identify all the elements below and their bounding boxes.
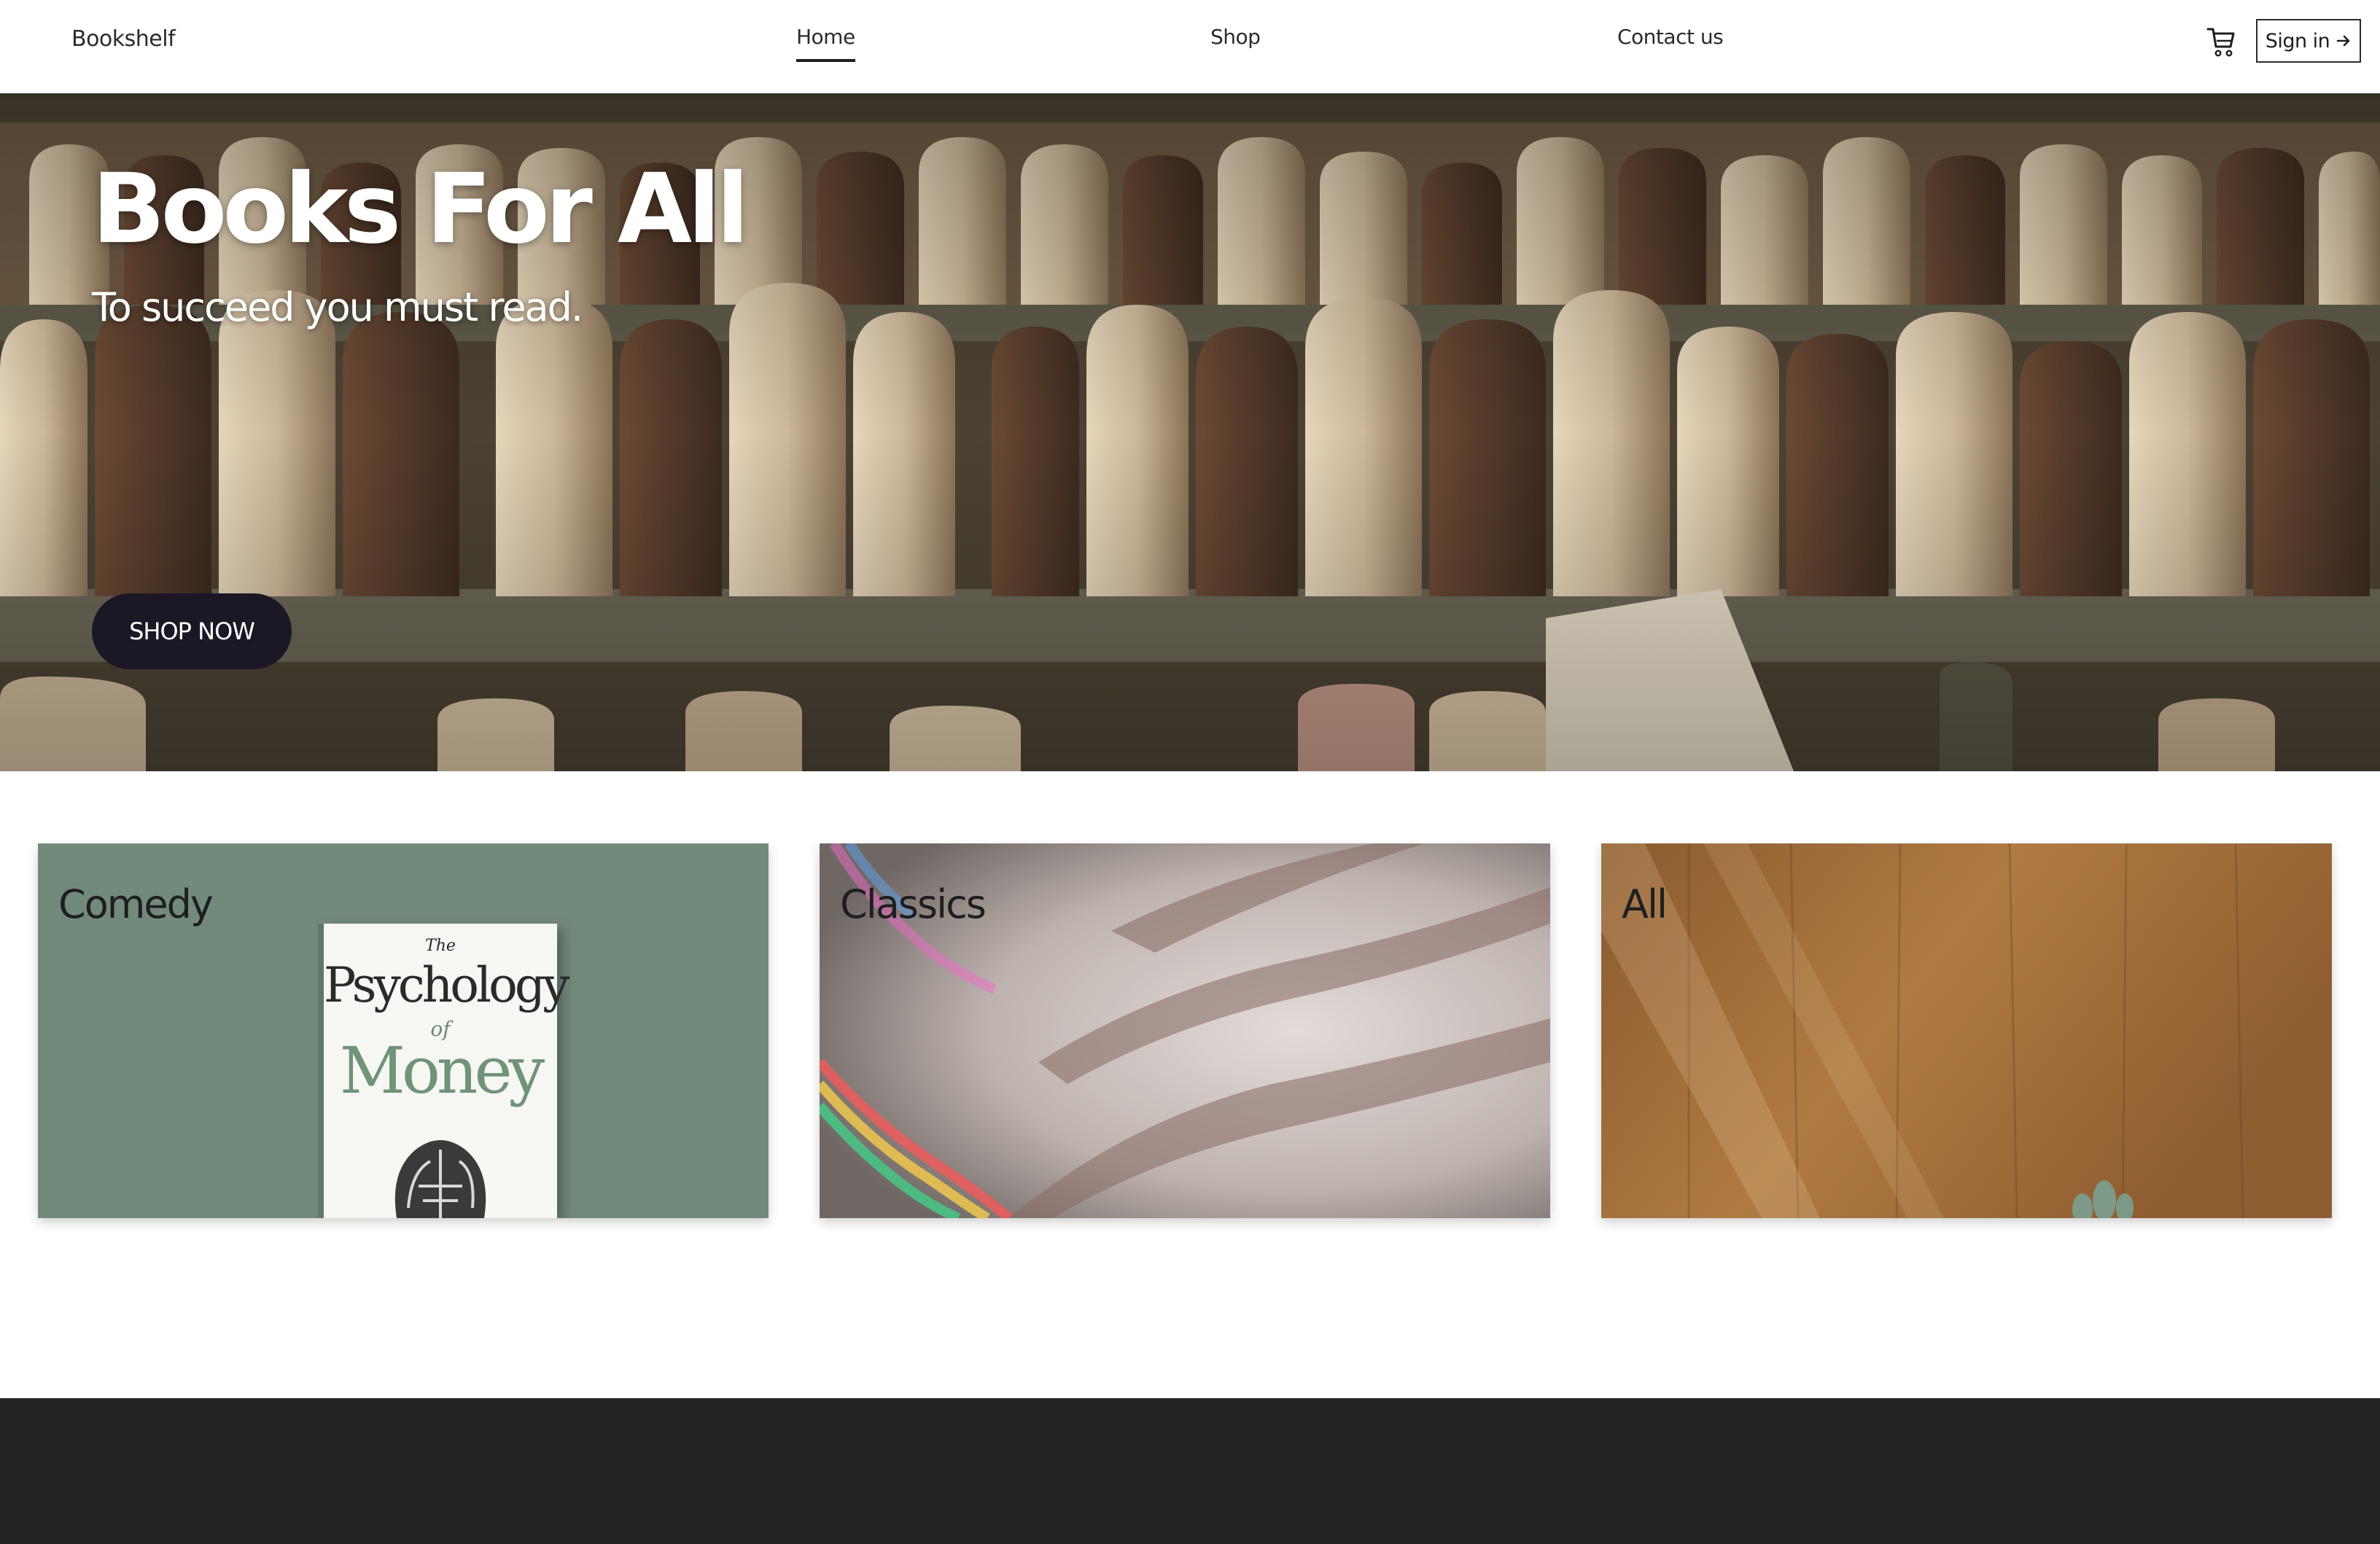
- wood-texture-image: [1601, 843, 2332, 1218]
- arrow-right-icon: [2336, 35, 2350, 47]
- nav-link-shop[interactable]: Shop: [1210, 25, 1261, 49]
- book-cover-the: The: [425, 937, 456, 955]
- top-navbar: Bookshelf Home Shop Contact us Sign in: [0, 0, 2380, 93]
- category-card-title: Comedy: [58, 881, 214, 927]
- cart-icon[interactable]: [2206, 26, 2236, 58]
- category-card-title: Classics: [840, 881, 987, 927]
- shop-now-button[interactable]: SHOP NOW: [92, 593, 292, 669]
- brand-logo[interactable]: Bookshelf: [71, 26, 176, 52]
- book-cover-title-line1: Psychology: [324, 957, 569, 1013]
- category-card-comedy[interactable]: The Psychology of Money Comedy: [38, 843, 769, 1218]
- nav-link-home[interactable]: Home: [796, 25, 855, 62]
- hero-banner: Books For All To succeed you must read. …: [0, 93, 2380, 771]
- hero-subtitle: To succeed you must read.: [92, 284, 583, 330]
- sign-in-label: Sign in: [2265, 29, 2330, 52]
- sign-in-button[interactable]: Sign in: [2256, 19, 2361, 63]
- brain-illustration: [394, 1140, 486, 1218]
- category-card-classics[interactable]: Classics: [820, 843, 1550, 1218]
- book-cover-title-line2: Money: [339, 1033, 545, 1108]
- category-card-all[interactable]: All: [1601, 843, 2332, 1218]
- hero-title: Books For All: [92, 153, 749, 265]
- nav-link-contact[interactable]: Contact us: [1617, 25, 1724, 49]
- page-footer: [0, 1398, 2380, 1544]
- category-card-title: All: [1622, 881, 1668, 927]
- book-cover-image: The Psychology of Money: [324, 924, 569, 1218]
